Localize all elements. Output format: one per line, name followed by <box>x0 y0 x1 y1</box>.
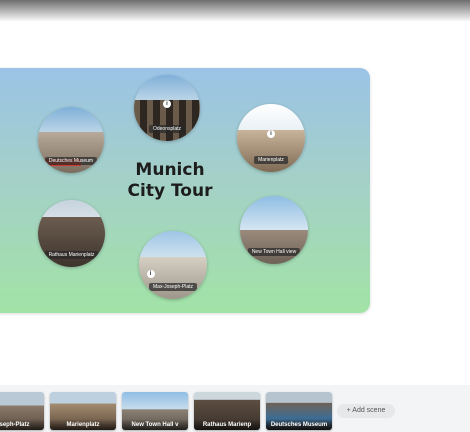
tour-title-line1: Munich <box>135 160 205 180</box>
thumbnail-label: Joseph-Platz <box>0 419 44 430</box>
scene-thumbnail[interactable]: Marienplatz <box>50 392 116 430</box>
tour-title: Munich City Tour <box>115 160 225 202</box>
thumbnail-label: Rathaus Marienp <box>194 419 260 430</box>
scene-caption: Rathaus Marienplatz <box>44 250 99 259</box>
info-icon[interactable]: i <box>146 270 155 279</box>
tour-title-line2: City Tour <box>127 181 213 201</box>
window-top-shadow <box>0 0 470 22</box>
scene-bubble-odeonsplatz[interactable]: i Odeonsplatz <box>134 75 200 141</box>
add-scene-button[interactable]: + Add scene <box>337 404 395 418</box>
scene-bubble-new-town-hall-view[interactable]: New Town Hall view <box>240 196 308 264</box>
scene-caption: New Town Hall view <box>247 247 301 256</box>
scene-bubble-marienplatz[interactable]: i Marienplatz <box>237 104 305 172</box>
scene-thumbnail[interactable]: New Town Hall v <box>122 392 188 430</box>
scene-bubble-max-joseph-platz[interactable]: i Max-Joseph-Platz <box>139 231 207 299</box>
scene-caption: Deutsches Museum <box>44 157 98 166</box>
info-icon[interactable]: i <box>267 129 275 138</box>
thumbnail-label: Deutsches Museum <box>266 419 332 430</box>
scene-thumbnail[interactable]: Joseph-Platz <box>0 392 44 430</box>
scene-thumbnail[interactable]: Rathaus Marienp <box>194 392 260 430</box>
scene-caption: Odeonsplatz <box>148 125 186 134</box>
thumbnail-label: New Town Hall v <box>122 419 188 430</box>
thumbnail-label: Marienplatz <box>50 419 116 430</box>
scene-caption: Max-Joseph-Platz <box>148 282 198 291</box>
scene-thumbnail[interactable]: Deutsches Museum <box>266 392 332 430</box>
scene-bubble-deutsches-museum[interactable]: Deutsches Museum <box>38 107 104 173</box>
scene-bubble-rathaus-marienplatz[interactable]: Rathaus Marienplatz <box>38 200 105 267</box>
scene-caption: Marienplatz <box>254 155 288 164</box>
